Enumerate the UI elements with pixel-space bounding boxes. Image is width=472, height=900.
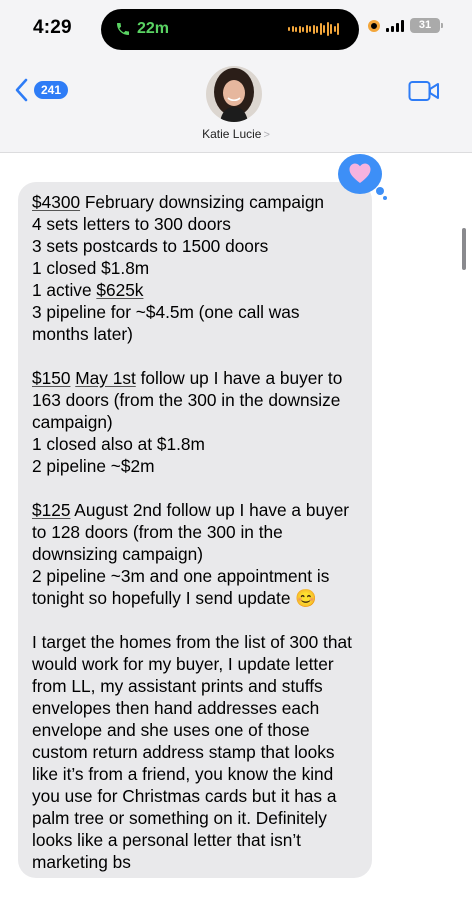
audio-waveform-icon [288, 22, 339, 36]
contact-avatar[interactable] [206, 66, 262, 122]
conversation-header: 4:29 22m 31 241 Katie Lucie > [0, 0, 472, 153]
unread-count-badge: 241 [34, 81, 69, 99]
chevron-right-icon: > [263, 129, 270, 141]
phone-icon [117, 23, 129, 35]
data-detector-link[interactable]: $150 [32, 368, 70, 388]
recording-indicator-icon [368, 19, 380, 32]
contact-name: Katie Lucie [202, 127, 262, 141]
data-detector-link[interactable]: $4300 [32, 192, 80, 212]
data-detector-link[interactable]: $625k [96, 280, 143, 300]
tapback-reaction[interactable] [338, 154, 388, 200]
message-paragraph-3: $125 August 2nd follow up I have a buyer… [32, 500, 350, 608]
status-indicators: 31 [368, 18, 443, 33]
cellular-signal-icon [386, 19, 404, 32]
battery-icon: 31 [410, 18, 443, 33]
incoming-message-bubble[interactable]: $4300 February downsizing campaign 4 set… [18, 182, 372, 878]
data-detector-link[interactable]: $125 [32, 500, 70, 520]
status-time: 4:29 [33, 17, 72, 38]
smiling-face-emoji: 😊 [295, 588, 317, 608]
battery-level: 31 [418, 19, 432, 31]
chevron-left-icon [15, 78, 28, 102]
video-call-button[interactable] [408, 80, 440, 107]
message-paragraph-2: $150 May 1st follow up I have a buyer to… [32, 368, 343, 476]
contact-name-button[interactable]: Katie Lucie > [0, 127, 472, 141]
back-button[interactable]: 241 [14, 78, 69, 102]
date-detector-link[interactable]: May 1st [75, 368, 136, 388]
video-camera-icon [408, 81, 439, 101]
scroll-indicator[interactable] [462, 228, 466, 270]
message-paragraph-1: $4300 February downsizing campaign 4 set… [32, 192, 325, 344]
message-paragraph-4: I target the homes from the list of 300 … [32, 632, 352, 872]
call-duration: 22m [137, 20, 170, 37]
heart-icon [349, 163, 371, 183]
dynamic-island-call[interactable]: 22m [101, 9, 359, 50]
message-thread[interactable]: $4300 February downsizing campaign 4 set… [0, 154, 472, 900]
active-call-indicator: 22m [115, 20, 169, 38]
